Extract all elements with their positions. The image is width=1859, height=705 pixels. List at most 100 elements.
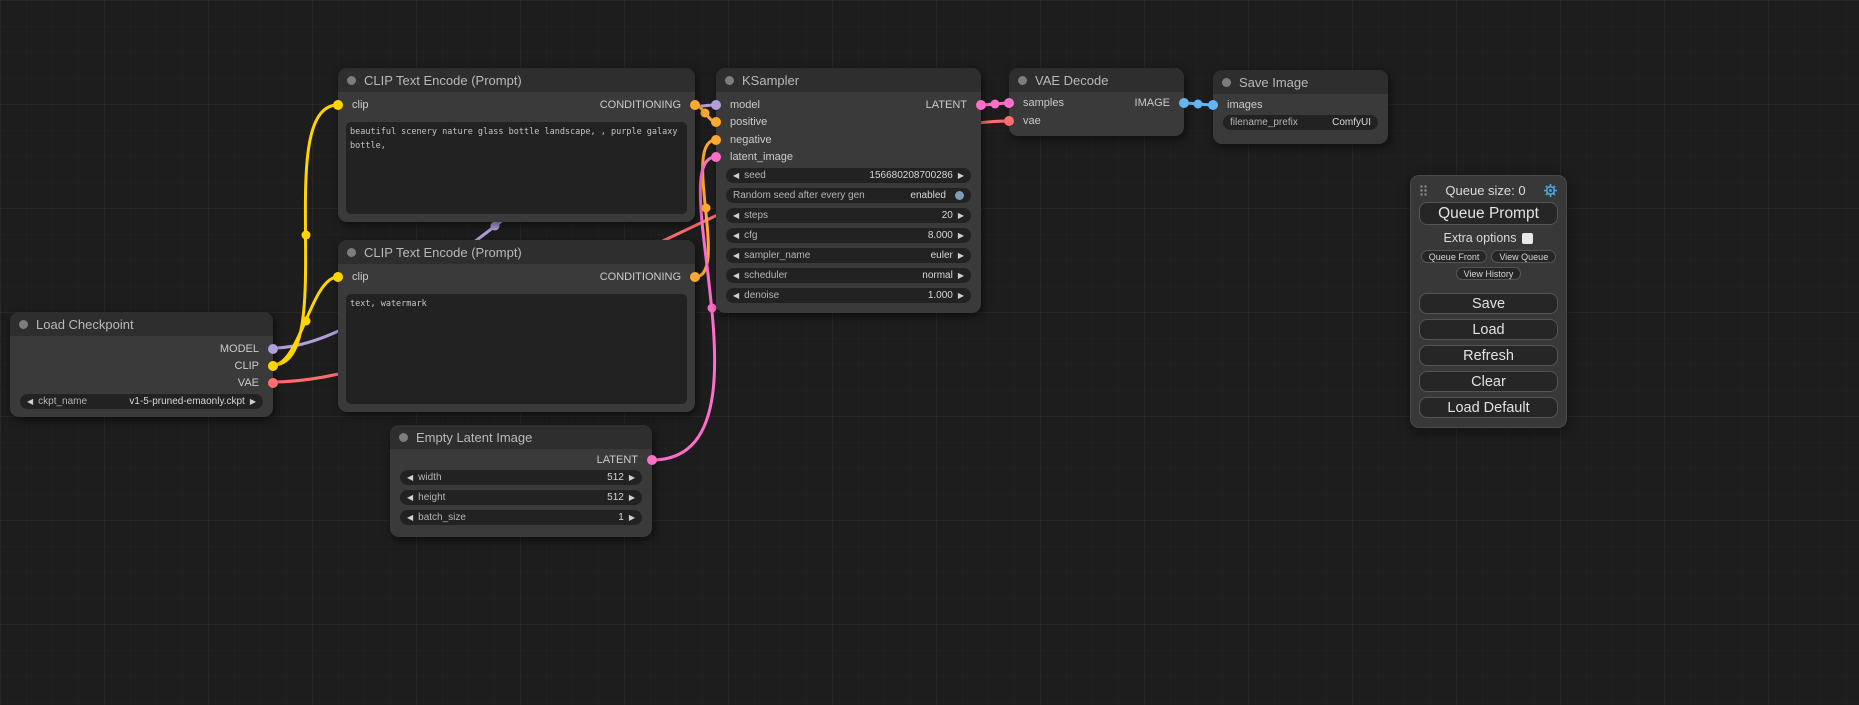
node-status-dot-icon bbox=[1222, 78, 1231, 87]
left-arrow-icon[interactable]: ◀ bbox=[733, 212, 739, 220]
seed-widget[interactable]: ◀ seed 156680208700286 ▶ bbox=[726, 168, 971, 183]
queue-front-button[interactable]: Queue Front bbox=[1421, 250, 1488, 263]
refresh-button[interactable]: Refresh bbox=[1419, 345, 1558, 366]
link-dot-samples bbox=[991, 100, 1000, 109]
prompt-textarea[interactable]: beautiful scenery nature glass bottle la… bbox=[346, 122, 687, 214]
input-port-negative[interactable] bbox=[711, 135, 721, 145]
input-port-images[interactable] bbox=[1208, 100, 1218, 110]
output-label: CONDITIONING bbox=[600, 271, 681, 283]
input-port-vae[interactable] bbox=[1004, 116, 1014, 126]
node-status-dot-icon bbox=[1018, 76, 1027, 85]
node-load-checkpoint[interactable]: Load Checkpoint MODEL CLIP VAE ◀ ckpt_na… bbox=[10, 312, 273, 417]
output-slot-latent: LATENT bbox=[390, 449, 652, 470]
ckpt-name-widget[interactable]: ◀ ckpt_name v1-5-pruned-emaonly.ckpt ▶ bbox=[20, 394, 263, 409]
view-history-button[interactable]: View History bbox=[1456, 267, 1522, 280]
cfg-widget[interactable]: ◀ cfg 8.000 ▶ bbox=[726, 228, 971, 243]
node-title-bar[interactable]: Load Checkpoint bbox=[10, 312, 273, 336]
load-default-button[interactable]: Load Default bbox=[1419, 397, 1558, 418]
left-arrow-icon[interactable]: ◀ bbox=[27, 398, 33, 406]
widget-name: denoise bbox=[744, 290, 779, 301]
random-seed-toggle-widget[interactable]: Random seed after every gen enabled bbox=[726, 188, 971, 203]
left-arrow-icon[interactable]: ◀ bbox=[733, 232, 739, 240]
input-label: clip bbox=[352, 271, 369, 283]
node-title-bar[interactable]: Empty Latent Image bbox=[390, 425, 652, 449]
right-arrow-icon[interactable]: ▶ bbox=[250, 398, 256, 406]
scheduler-widget[interactable]: ◀ scheduler normal ▶ bbox=[726, 268, 971, 283]
link-dot-clip-negative bbox=[302, 317, 311, 326]
widget-value: 512 bbox=[607, 492, 624, 503]
input-label: clip bbox=[352, 99, 369, 111]
input-port-latent-image[interactable] bbox=[711, 152, 721, 162]
right-arrow-icon[interactable]: ▶ bbox=[958, 232, 964, 240]
node-empty-latent-image[interactable]: Empty Latent Image LATENT ◀ width 512 ▶ … bbox=[390, 425, 652, 537]
node-save-image[interactable]: Save Image images filename_prefix ComfyU… bbox=[1213, 70, 1388, 144]
left-arrow-icon[interactable]: ◀ bbox=[733, 292, 739, 300]
link-dot-positive bbox=[701, 109, 710, 118]
right-arrow-icon[interactable]: ▶ bbox=[958, 252, 964, 260]
node-vae-decode[interactable]: VAE Decode IMAGE samples vae bbox=[1009, 68, 1184, 136]
output-slot-conditioning: CONDITIONING bbox=[600, 264, 681, 290]
right-arrow-icon[interactable]: ▶ bbox=[629, 474, 635, 482]
save-button[interactable]: Save bbox=[1419, 293, 1558, 314]
left-arrow-icon[interactable]: ◀ bbox=[733, 172, 739, 180]
widget-name: steps bbox=[744, 210, 768, 221]
right-arrow-icon[interactable]: ▶ bbox=[958, 212, 964, 220]
load-button[interactable]: Load bbox=[1419, 319, 1558, 340]
input-slot-images: images bbox=[1213, 96, 1388, 113]
prompt-textarea[interactable]: text, watermark bbox=[346, 294, 687, 404]
right-arrow-icon[interactable]: ▶ bbox=[958, 172, 964, 180]
denoise-widget[interactable]: ◀ denoise 1.000 ▶ bbox=[726, 288, 971, 303]
input-slot-positive: positive bbox=[716, 114, 981, 132]
node-title: KSampler bbox=[742, 73, 799, 88]
right-arrow-icon[interactable]: ▶ bbox=[629, 494, 635, 502]
input-label: images bbox=[1227, 99, 1262, 111]
drag-handle-icon[interactable] bbox=[1419, 184, 1428, 197]
input-port-clip[interactable] bbox=[333, 100, 343, 110]
sampler-name-widget[interactable]: ◀ sampler_name euler ▶ bbox=[726, 248, 971, 263]
node-title-bar[interactable]: Save Image bbox=[1213, 70, 1388, 94]
link-dot-clip-positive bbox=[302, 231, 311, 240]
left-arrow-icon[interactable]: ◀ bbox=[733, 252, 739, 260]
node-title-bar[interactable]: VAE Decode bbox=[1009, 68, 1184, 92]
output-port-clip[interactable] bbox=[268, 361, 278, 371]
left-arrow-icon[interactable]: ◀ bbox=[407, 474, 413, 482]
steps-widget[interactable]: ◀ steps 20 ▶ bbox=[726, 208, 971, 223]
settings-gear-icon[interactable] bbox=[1543, 183, 1558, 198]
height-widget[interactable]: ◀ height 512 ▶ bbox=[400, 490, 642, 505]
node-clip-text-encode-positive[interactable]: CLIP Text Encode (Prompt) clip CONDITION… bbox=[338, 68, 695, 222]
queue-prompt-button[interactable]: Queue Prompt bbox=[1419, 202, 1558, 225]
input-port-clip[interactable] bbox=[333, 272, 343, 282]
output-port-conditioning[interactable] bbox=[690, 100, 700, 110]
extra-options-checkbox[interactable] bbox=[1522, 233, 1533, 244]
left-arrow-icon[interactable]: ◀ bbox=[407, 494, 413, 502]
toggle-knob-icon[interactable] bbox=[955, 191, 964, 200]
output-port-vae[interactable] bbox=[268, 378, 278, 388]
output-port-latent[interactable] bbox=[647, 455, 657, 465]
view-queue-button[interactable]: View Queue bbox=[1491, 250, 1556, 263]
batch-size-widget[interactable]: ◀ batch_size 1 ▶ bbox=[400, 510, 642, 525]
input-port-positive[interactable] bbox=[711, 117, 721, 127]
right-arrow-icon[interactable]: ▶ bbox=[629, 514, 635, 522]
width-widget[interactable]: ◀ width 512 ▶ bbox=[400, 470, 642, 485]
node-title-bar[interactable]: KSampler bbox=[716, 68, 981, 92]
node-ksampler[interactable]: KSampler LATENT model positive negative … bbox=[716, 68, 981, 313]
input-port-samples[interactable] bbox=[1004, 98, 1014, 108]
right-arrow-icon[interactable]: ▶ bbox=[958, 292, 964, 300]
clear-button[interactable]: Clear bbox=[1419, 371, 1558, 392]
left-arrow-icon[interactable]: ◀ bbox=[407, 514, 413, 522]
right-arrow-icon[interactable]: ▶ bbox=[958, 272, 964, 280]
node-title-bar[interactable]: CLIP Text Encode (Prompt) bbox=[338, 68, 695, 92]
widget-name: filename_prefix bbox=[1230, 117, 1298, 128]
input-port-model[interactable] bbox=[711, 100, 721, 110]
filename-prefix-widget[interactable]: filename_prefix ComfyUI bbox=[1223, 115, 1378, 130]
output-port-model[interactable] bbox=[268, 344, 278, 354]
link-dot-negative bbox=[702, 204, 711, 213]
output-label: MODEL bbox=[220, 343, 259, 355]
node-clip-text-encode-negative[interactable]: CLIP Text Encode (Prompt) clip CONDITION… bbox=[338, 240, 695, 412]
widget-value: euler bbox=[931, 250, 953, 261]
widget-name: cfg bbox=[744, 230, 757, 241]
output-port-conditioning[interactable] bbox=[690, 272, 700, 282]
node-graph-canvas[interactable]: Load Checkpoint MODEL CLIP VAE ◀ ckpt_na… bbox=[0, 0, 1859, 705]
left-arrow-icon[interactable]: ◀ bbox=[733, 272, 739, 280]
node-title-bar[interactable]: CLIP Text Encode (Prompt) bbox=[338, 240, 695, 264]
